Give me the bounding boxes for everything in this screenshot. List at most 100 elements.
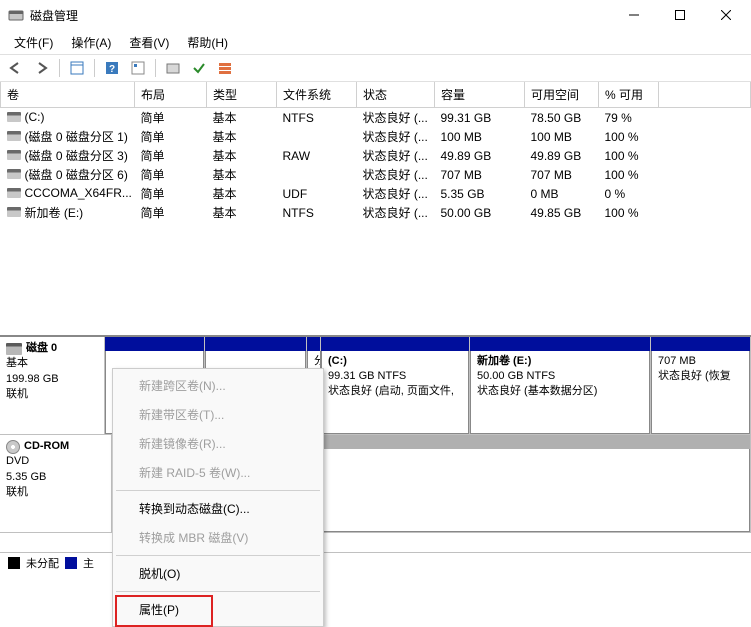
table-row[interactable]: (磁盘 0 磁盘分区 3)简单基本RAW状态良好 (...49.89 GB49.… <box>1 146 751 165</box>
cm-new-mirrored: 新建镜像卷(R)... <box>115 429 321 458</box>
menu-file[interactable]: 文件(F) <box>6 31 61 54</box>
cd0-state: 联机 <box>6 485 105 500</box>
cd0-type: DVD <box>6 454 105 469</box>
vol-fs: NTFS <box>277 203 357 222</box>
close-button[interactable] <box>703 0 749 30</box>
vol-status: 状态良好 (... <box>357 146 435 165</box>
col-type[interactable]: 类型 <box>207 82 277 108</box>
vol-free: 49.89 GB <box>525 146 599 165</box>
disk0-size: 199.98 GB <box>6 372 98 387</box>
vol-pct: 100 % <box>599 146 659 165</box>
part-status: 状态良好 (启动, 页面文件, <box>328 385 454 397</box>
vol-type: 基本 <box>207 108 277 128</box>
table-row[interactable]: CCCOMA_X64FR...简单基本UDF状态良好 (...5.35 GB0 … <box>1 184 751 203</box>
table-row[interactable]: (磁盘 0 磁盘分区 6)简单基本状态良好 (...707 MB707 MB10… <box>1 165 751 184</box>
window-title: 磁盘管理 <box>30 7 611 24</box>
vol-cap: 707 MB <box>435 165 525 184</box>
legend-unalloc-label: 未分配 <box>26 555 59 571</box>
col-volume[interactable]: 卷 <box>1 82 135 108</box>
cm-offline[interactable]: 脱机(O) <box>115 559 321 588</box>
vol-status: 状态良好 (... <box>357 108 435 128</box>
show-hide-button[interactable] <box>65 57 89 79</box>
vol-cap: 99.31 GB <box>435 108 525 128</box>
part-title: (C:) <box>328 355 347 367</box>
forward-button[interactable] <box>30 57 54 79</box>
vol-type: 基本 <box>207 165 277 184</box>
cm-properties[interactable]: 属性(P) <box>115 595 321 624</box>
disk0-name: 磁盘 0 <box>26 341 57 356</box>
vol-layout: 简单 <box>135 108 207 128</box>
vol-fs <box>277 165 357 184</box>
part-status: 状态良好 (基本数据分区) <box>477 385 597 397</box>
maximize-button[interactable] <box>657 0 703 30</box>
vol-type: 基本 <box>207 184 277 203</box>
menu-view[interactable]: 查看(V) <box>121 31 177 54</box>
volume-icon <box>7 188 21 198</box>
vol-status: 状态良好 (... <box>357 203 435 222</box>
vol-name: (磁盘 0 磁盘分区 1) <box>25 128 128 145</box>
vol-status: 状态良好 (... <box>357 127 435 146</box>
col-capacity[interactable]: 容量 <box>435 82 525 108</box>
part-status: 分区) <box>314 355 321 367</box>
minimize-button[interactable] <box>611 0 657 30</box>
list-button[interactable] <box>213 57 237 79</box>
cm-to-mbr: 转换成 MBR 磁盘(V) <box>115 523 321 552</box>
col-fs[interactable]: 文件系统 <box>277 82 357 108</box>
vol-layout: 简单 <box>135 203 207 222</box>
partition[interactable]: 707 MB状态良好 (恢复 <box>651 337 751 434</box>
vol-pct: 100 % <box>599 203 659 222</box>
table-row[interactable]: (磁盘 0 磁盘分区 1)简单基本状态良好 (...100 MB100 MB10… <box>1 127 751 146</box>
vol-name: 新加卷 (E:) <box>25 204 84 221</box>
cd0-name: CD-ROM <box>24 439 69 454</box>
app-icon <box>8 7 24 23</box>
menu-bar: 文件(F) 操作(A) 查看(V) 帮助(H) <box>0 30 751 54</box>
part-size: 707 MB <box>658 355 696 367</box>
action-button[interactable] <box>126 57 150 79</box>
refresh-button[interactable] <box>161 57 185 79</box>
table-header-row: 卷 布局 类型 文件系统 状态 容量 可用空间 % 可用 <box>1 82 751 108</box>
volume-icon <box>7 131 21 141</box>
cm-new-spanned: 新建跨区卷(N)... <box>115 371 321 400</box>
vol-name: CCCOMA_X64FR... <box>25 186 132 200</box>
volume-list[interactable]: 卷 布局 类型 文件系统 状态 容量 可用空间 % 可用 (C:)简单基本NTF… <box>0 82 751 335</box>
cm-to-dynamic[interactable]: 转换到动态磁盘(C)... <box>115 494 321 523</box>
volume-icon <box>7 207 21 217</box>
volume-icon <box>7 150 21 160</box>
cm-new-raid5: 新建 RAID-5 卷(W)... <box>115 458 321 487</box>
legend-primary-swatch <box>65 557 77 569</box>
col-free[interactable]: 可用空间 <box>525 82 599 108</box>
table-row[interactable]: (C:)简单基本NTFS状态良好 (...99.31 GB78.50 GB79 … <box>1 108 751 128</box>
vol-type: 基本 <box>207 127 277 146</box>
menu-action[interactable]: 操作(A) <box>63 31 119 54</box>
svg-text:?: ? <box>109 64 115 75</box>
vol-free: 0 MB <box>525 184 599 203</box>
disk-context-menu: 新建跨区卷(N)... 新建带区卷(T)... 新建镜像卷(R)... 新建 R… <box>112 368 324 627</box>
col-pctfree[interactable]: % 可用 <box>599 82 659 108</box>
title-bar: 磁盘管理 <box>0 0 751 30</box>
disk-icon <box>6 343 22 355</box>
volume-icon <box>7 112 21 122</box>
partition[interactable]: 新加卷 (E:)50.00 GB NTFS状态良好 (基本数据分区) <box>470 337 651 434</box>
cd0-header[interactable]: CD-ROM DVD 5.35 GB 联机 <box>0 435 112 532</box>
help-button[interactable]: ? <box>100 57 124 79</box>
cd0-size: 5.35 GB <box>6 470 105 485</box>
vol-pct: 100 % <box>599 127 659 146</box>
vol-layout: 简单 <box>135 165 207 184</box>
cm-new-striped: 新建带区卷(T)... <box>115 400 321 429</box>
vol-name: (磁盘 0 磁盘分区 3) <box>25 147 128 164</box>
vol-pct: 0 % <box>599 184 659 203</box>
vol-cap: 50.00 GB <box>435 203 525 222</box>
partition[interactable]: (C:)99.31 GB NTFS状态良好 (启动, 页面文件, <box>321 337 470 434</box>
col-layout[interactable]: 布局 <box>135 82 207 108</box>
vol-cap: 100 MB <box>435 127 525 146</box>
col-status[interactable]: 状态 <box>357 82 435 108</box>
vol-fs <box>277 127 357 146</box>
table-row[interactable]: 新加卷 (E:)简单基本NTFS状态良好 (...50.00 GB49.85 G… <box>1 203 751 222</box>
back-button[interactable] <box>4 57 28 79</box>
vol-fs: RAW <box>277 146 357 165</box>
legend-primary-label: 主 <box>83 555 94 571</box>
vol-status: 状态良好 (... <box>357 184 435 203</box>
check-button[interactable] <box>187 57 211 79</box>
disk0-header[interactable]: 磁盘 0 基本 199.98 GB 联机 <box>0 337 105 434</box>
menu-help[interactable]: 帮助(H) <box>179 31 236 54</box>
